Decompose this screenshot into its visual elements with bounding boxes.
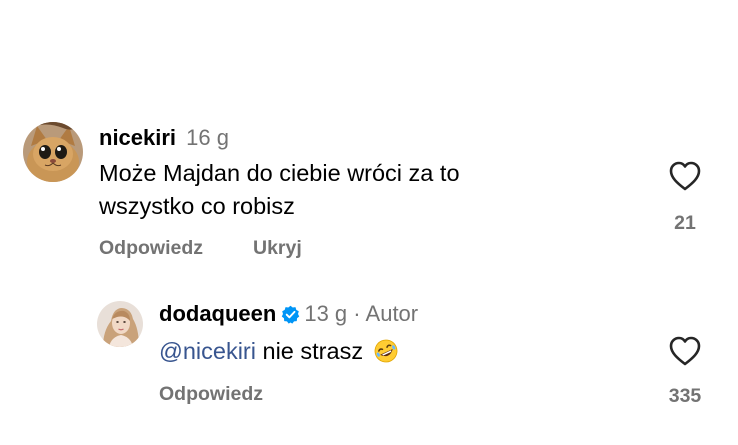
comment-text-line-2: wszystko co robisz bbox=[99, 193, 295, 219]
reply-text: @nicekiri nie strasz bbox=[159, 335, 398, 368]
reply-text-body: nie strasz bbox=[255, 338, 364, 364]
like-button[interactable] bbox=[668, 335, 702, 367]
comment-text-line-1: Może Majdan do ciebie wróci za to bbox=[99, 160, 460, 186]
avatar[interactable] bbox=[97, 301, 143, 347]
hide-button[interactable]: Ukryj bbox=[253, 236, 302, 260]
separator-dot: · bbox=[353, 301, 361, 326]
verified-badge-icon bbox=[282, 305, 300, 324]
comment-header: nicekiri 16 g bbox=[99, 125, 229, 151]
user-avatar-icon bbox=[97, 301, 143, 347]
rolling-on-floor-laughing-emoji bbox=[374, 339, 398, 363]
reply-button[interactable]: Odpowiedz bbox=[99, 236, 203, 260]
reply-header: dodaqueen 13 g · Autor bbox=[159, 301, 418, 327]
author-badge: Autor bbox=[365, 301, 419, 326]
timestamp: 13 g bbox=[304, 301, 348, 326]
like-count: 21 bbox=[674, 212, 696, 234]
avatar[interactable] bbox=[23, 122, 83, 182]
username[interactable]: dodaqueen bbox=[159, 301, 276, 326]
username[interactable]: nicekiri bbox=[99, 125, 176, 150]
mention-link[interactable]: @nicekiri bbox=[159, 338, 256, 364]
timestamp: 16 g bbox=[186, 125, 229, 150]
reply-dodaqueen: dodaqueen 13 g · Autor @nicekiri nie str… bbox=[0, 280, 738, 445]
heart-outline-icon bbox=[669, 336, 701, 366]
like-count: 335 bbox=[668, 385, 702, 407]
heart-outline-icon bbox=[669, 161, 701, 191]
comment-nicekiri: nicekiri 16 g Może Majdan do ciebie wróc… bbox=[0, 0, 738, 280]
cat-avatar-icon bbox=[23, 122, 83, 182]
reply-button[interactable]: Odpowiedz bbox=[159, 382, 263, 406]
like-button[interactable] bbox=[668, 160, 702, 192]
